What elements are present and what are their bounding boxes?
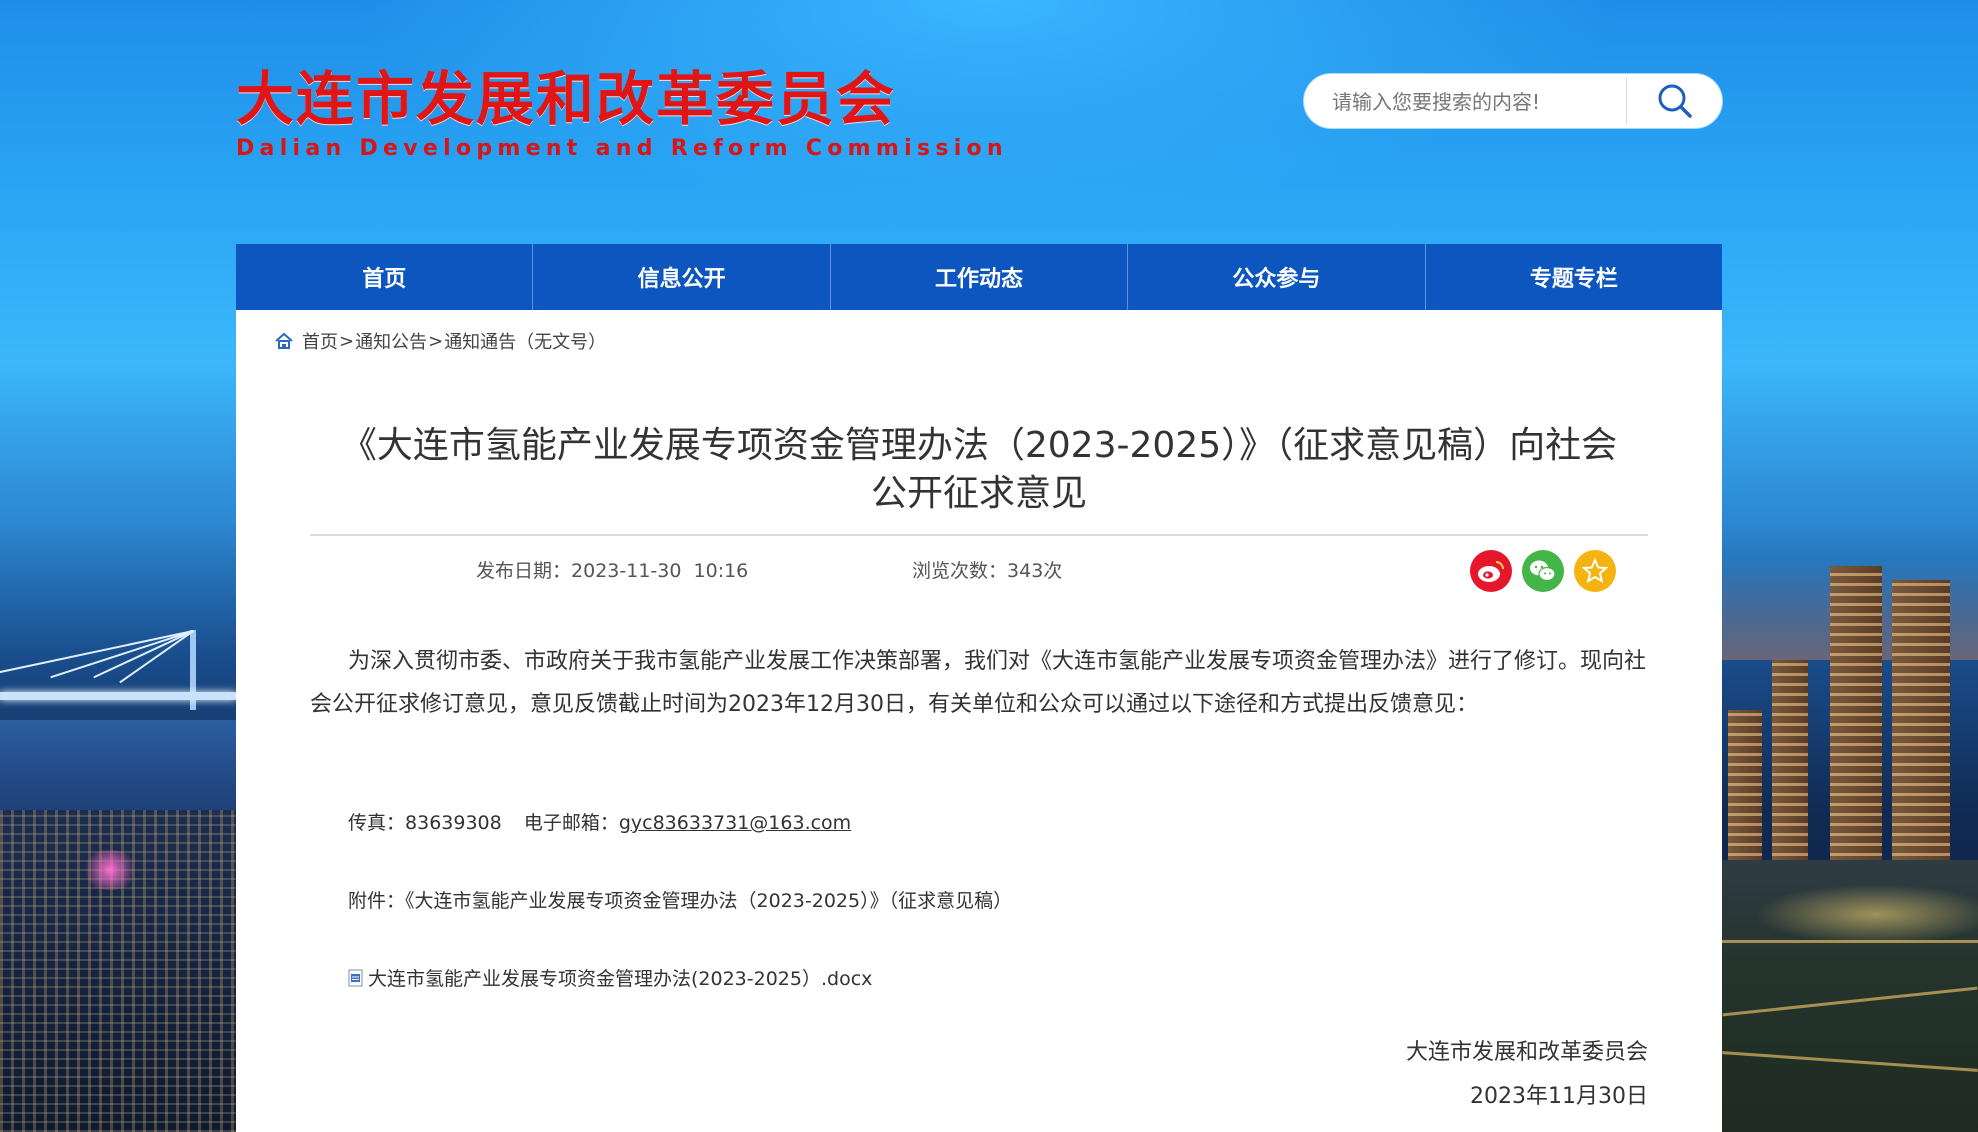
- nav-item-public-participation[interactable]: 公众参与: [1127, 244, 1424, 310]
- share-wechat-button[interactable]: [1522, 550, 1564, 592]
- search-input[interactable]: [1330, 74, 1624, 130]
- signature-org: 大连市发展和改革委员会: [1405, 1040, 1648, 1065]
- main-nav: 首页 信息公开 工作动态 公众参与 专题专栏: [236, 244, 1722, 310]
- search-icon: [1658, 84, 1692, 118]
- breadcrumb-notices[interactable]: 通知公告: [355, 328, 427, 354]
- site-logo-subtitle: Dalian Development and Reform Commission: [236, 136, 1008, 161]
- content-panel: 首页 > 通知公告 > 通知通告（无文号） 《大连市氢能产业发展专项资金管理办法…: [236, 310, 1722, 1132]
- nav-item-info-disclosure[interactable]: 信息公开: [532, 244, 829, 310]
- title-divider: [310, 534, 1648, 536]
- attachment-line: 附件：《大连市氢能产业发展专项资金管理办法（2023-2025）》（征求意见稿）: [348, 886, 1012, 913]
- view-count: 浏览次数：343次: [912, 556, 1062, 583]
- breadcrumb-home[interactable]: 首页: [302, 328, 338, 354]
- favorite-icon: [1582, 558, 1608, 584]
- article-title-line1: 《大连市氢能产业发展专项资金管理办法（2023-2025）》（征求意见稿）向社会: [340, 425, 1618, 466]
- attachment-filename: 大连市氢能产业发展专项资金管理办法(2023-2025）.docx: [368, 968, 873, 990]
- search-box: [1304, 74, 1722, 130]
- email-label: 电子邮箱：: [523, 812, 619, 834]
- fax-label: 传真：: [348, 812, 406, 834]
- publish-date: 发布日期：2023-11-30 10:16: [476, 556, 748, 583]
- site-logo-title: 大连市发展和改革委员会: [236, 65, 897, 133]
- weibo-icon: [1478, 561, 1504, 582]
- nav-item-special-topics[interactable]: 专题专栏: [1424, 244, 1722, 310]
- wechat-icon: [1530, 560, 1556, 582]
- attachment-title: 《大连市氢能产业发展专项资金管理办法（2023-2025）》（征求意见稿）: [405, 890, 1013, 912]
- nav-item-work-news[interactable]: 工作动态: [829, 244, 1127, 310]
- search-button[interactable]: [1628, 74, 1722, 128]
- background-scenery-left: [0, 480, 236, 1132]
- view-count-label: 浏览次数：: [912, 560, 1008, 582]
- document-icon: [348, 969, 363, 986]
- share-favorite-button[interactable]: [1574, 550, 1616, 592]
- background-scenery-right: [1722, 560, 1978, 1132]
- nav-item-home[interactable]: 首页: [236, 244, 532, 310]
- view-count-value: 343次: [1007, 560, 1063, 582]
- article-body: 为深入贯彻市委、市政府关于我市氢能产业发展工作决策部署，我们对《大连市氢能产业发…: [310, 649, 1647, 717]
- signature-date: 2023年11月30日: [1470, 1084, 1648, 1109]
- publish-date-value: 2023-11-30 10:16: [571, 560, 749, 582]
- breadcrumb-separator: >: [339, 330, 355, 352]
- publish-date-label: 发布日期：: [476, 560, 572, 582]
- article-title: 《大连市氢能产业发展专项资金管理办法（2023-2025）》（征求意见稿）向社会…: [310, 422, 1648, 518]
- article-title-line2: 公开征求意见: [870, 473, 1087, 514]
- attachment-download-link[interactable]: 大连市氢能产业发展专项资金管理办法(2023-2025）.docx: [348, 964, 872, 991]
- attachment-label: 附件：: [348, 890, 406, 912]
- email-link[interactable]: gyc83633731@163.com: [619, 812, 851, 834]
- search-divider: [1626, 78, 1627, 124]
- breadcrumb-separator: >: [428, 330, 444, 352]
- home-icon: [275, 332, 293, 349]
- contact-line: 传真：83639308 电子邮箱：gyc83633731@163.com: [348, 808, 851, 835]
- fax-value: 83639308: [405, 812, 502, 834]
- share-weibo-button[interactable]: [1470, 550, 1512, 592]
- breadcrumb-current[interactable]: 通知通告（无文号）: [444, 328, 606, 354]
- breadcrumb: 首页 > 通知公告 > 通知通告（无文号）: [274, 328, 606, 354]
